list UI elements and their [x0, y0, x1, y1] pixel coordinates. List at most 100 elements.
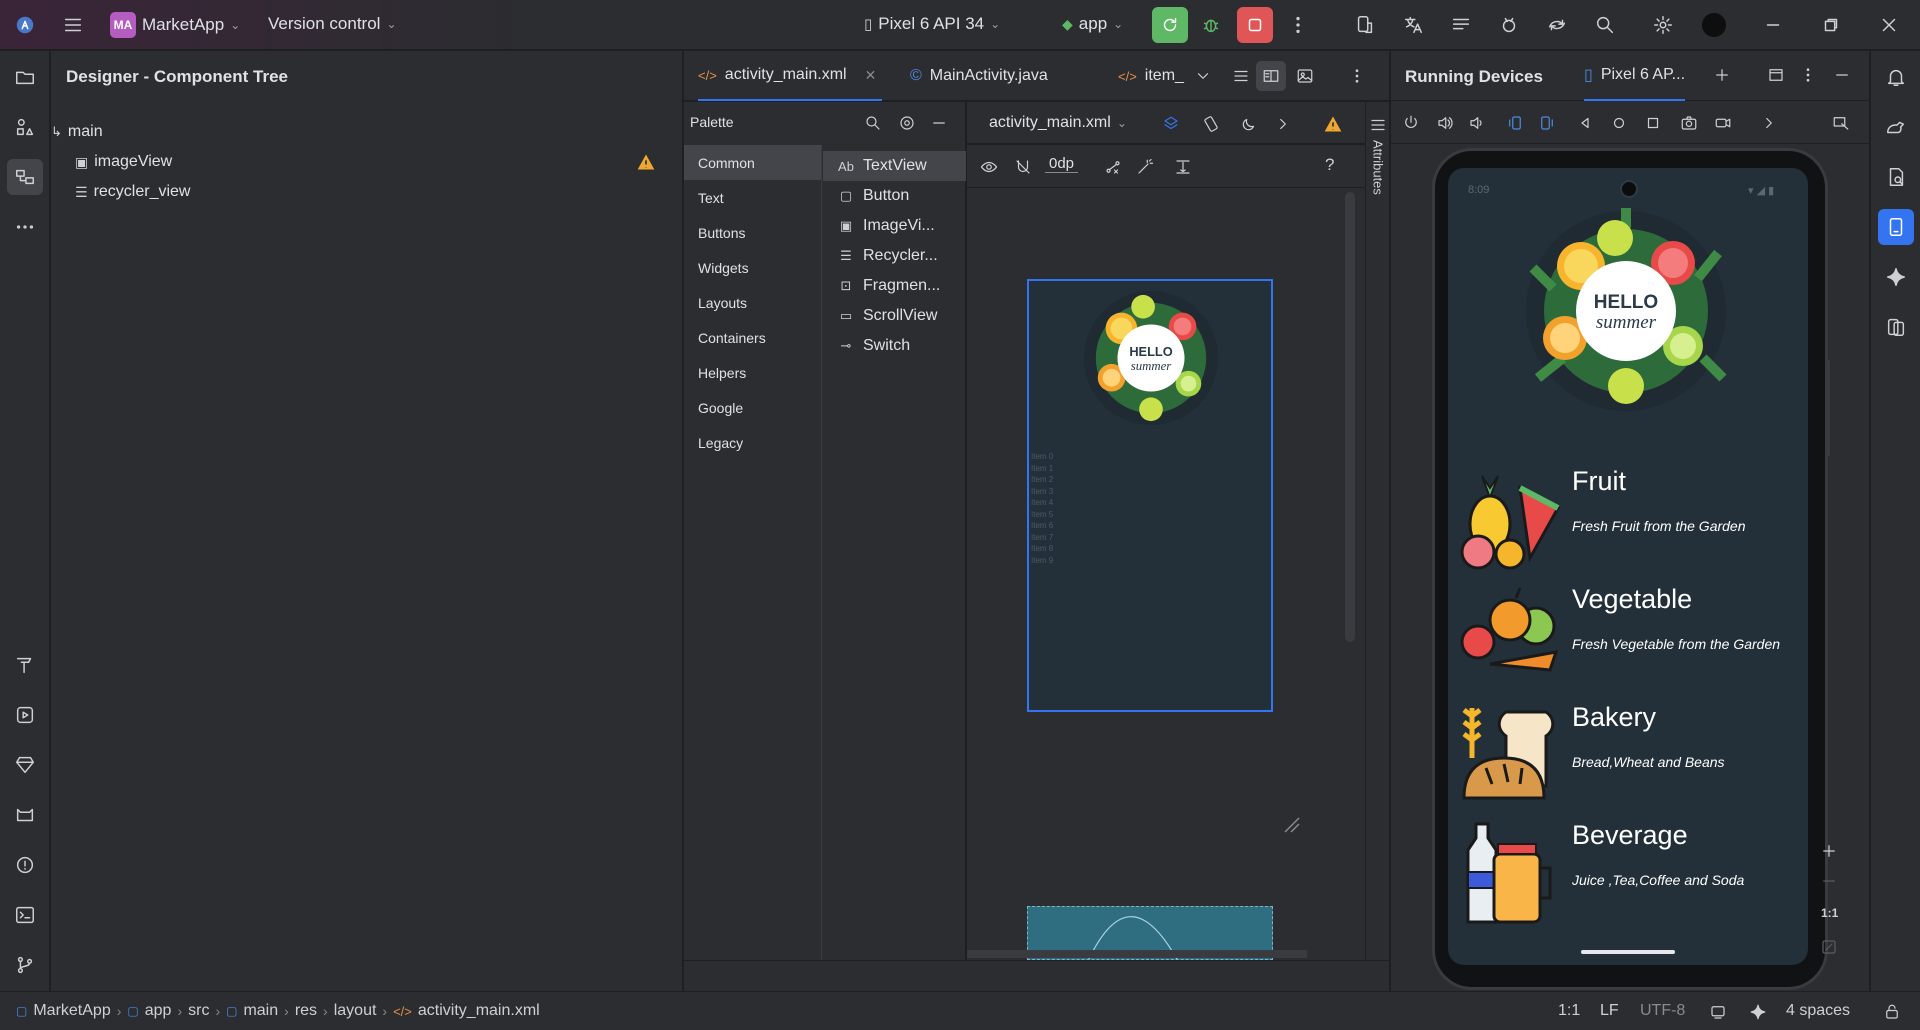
palette-category-common[interactable]: Common — [684, 145, 821, 180]
palette-item-scrollview[interactable]: ▭ ScrollView — [823, 301, 966, 331]
palette-category-widgets[interactable]: Widgets — [684, 250, 821, 285]
close-tab-icon[interactable]: ✕ — [865, 67, 877, 84]
orientation-icon[interactable] — [1201, 114, 1221, 134]
overview-icon[interactable] — [1644, 114, 1662, 132]
attributes-side-tab[interactable]: Attributes — [1365, 102, 1389, 960]
running-devices-icon[interactable] — [1878, 209, 1914, 245]
tree-node-imageview[interactable]: ▣ imageView — [75, 147, 675, 177]
design-view-icon[interactable] — [1296, 67, 1314, 85]
palette-category-helpers[interactable]: Helpers — [684, 355, 821, 390]
run-config-selector[interactable]: ◆ app ⌄ — [1062, 14, 1123, 34]
app-quality-gem-icon[interactable] — [7, 747, 43, 783]
minimize-icon[interactable] — [1832, 65, 1852, 85]
rotate-left-icon[interactable] — [1506, 114, 1524, 132]
gradle-icon[interactable] — [1878, 109, 1914, 145]
palette-item-textview[interactable]: Ab TextView — [823, 151, 966, 181]
restore-window-icon[interactable] — [1818, 12, 1844, 38]
horizontal-scrollbar[interactable] — [967, 950, 1307, 958]
device-screen[interactable]: 8:09 ▾ ◢ ▮ HELLO summer Fruit Fresh Frui… — [1448, 168, 1808, 965]
resize-handle-icon[interactable] — [1283, 816, 1301, 834]
split-view-icon[interactable] — [1256, 61, 1286, 91]
list-item-fruit[interactable]: Fruit Fresh Fruit from the Garden — [1448, 466, 1808, 580]
close-window-icon[interactable] — [1876, 12, 1902, 38]
search-icon[interactable] — [864, 114, 882, 132]
breadcrumb-item[interactable]: res — [295, 1002, 317, 1020]
device-manager-icon[interactable] — [1352, 12, 1378, 38]
list-item-bakery[interactable]: Bakery Bread,Wheat and Beans — [1448, 702, 1808, 816]
rerun-button[interactable] — [1152, 7, 1188, 43]
settings-gear-icon[interactable] — [1650, 12, 1676, 38]
design-canvas[interactable]: HELLO summer Item 0 Item 1 Item 2 Item 3… — [967, 188, 1365, 960]
rotate-right-icon[interactable] — [1538, 114, 1556, 132]
zoom-in-icon[interactable] — [1818, 840, 1840, 862]
device-tab-pixel6[interactable]: ▯ Pixel 6 AP... — [1584, 51, 1686, 101]
infer-constraints-wand-icon[interactable] — [1135, 157, 1155, 177]
breadcrumb-item[interactable]: layout — [334, 1002, 377, 1020]
breadcrumb-item[interactable]: MarketApp — [33, 1002, 110, 1020]
eye-icon[interactable] — [979, 157, 999, 177]
palette-category-containers[interactable]: Containers — [684, 320, 821, 355]
component-tree-icon[interactable] — [7, 159, 43, 195]
breadcrumb-item[interactable]: src — [188, 1002, 209, 1020]
logcat-icon[interactable] — [1448, 12, 1474, 38]
stop-button[interactable] — [1237, 7, 1273, 43]
lock-icon[interactable] — [1882, 1002, 1902, 1022]
list-item-vegetable[interactable]: Vegetable Fresh Vegetable from the Garde… — [1448, 584, 1808, 698]
device-selector[interactable]: ▯ Pixel 6 API 34 ⌄ — [864, 14, 1000, 34]
sync-icon[interactable] — [1544, 12, 1570, 38]
guidelines-icon[interactable] — [1173, 157, 1193, 177]
project-selector[interactable]: MA MarketApp ⌄ — [110, 12, 240, 38]
logcat-cat-icon[interactable] — [7, 797, 43, 833]
zoom-out-icon[interactable] — [1818, 870, 1840, 892]
search-icon[interactable] — [1592, 12, 1618, 38]
warning-icon[interactable] — [1323, 114, 1343, 134]
zoom-fit-icon[interactable] — [1818, 936, 1840, 958]
add-device-icon[interactable] — [1712, 65, 1732, 85]
palette-item-switch[interactable]: ⊸ Switch — [823, 331, 966, 361]
palette-category-buttons[interactable]: Buttons — [684, 215, 821, 250]
palette-item-button[interactable]: ▢ Button — [823, 181, 966, 211]
design-surface-icon[interactable] — [1161, 114, 1181, 134]
palette-category-text[interactable]: Text — [684, 180, 821, 215]
breadcrumb-item[interactable]: activity_main.xml — [418, 1002, 540, 1020]
device-file-explorer-icon[interactable] — [1878, 159, 1914, 195]
volume-up-icon[interactable] — [1436, 114, 1454, 132]
more-vert-icon[interactable] — [1348, 67, 1366, 85]
readonly-toggle-icon[interactable] — [1708, 1002, 1728, 1022]
palette-category-layouts[interactable]: Layouts — [684, 285, 821, 320]
vertical-scrollbar[interactable] — [1345, 192, 1355, 642]
list-item-beverage[interactable]: Beverage Juice ,Tea,Coffee and Soda — [1448, 820, 1808, 934]
palette-item-imageview[interactable]: ▣ ImageVi... — [823, 211, 966, 241]
code-view-icon[interactable] — [1232, 67, 1250, 85]
default-margin-input[interactable]: 0dp — [1045, 155, 1079, 173]
summer-banner-image[interactable]: HELLO summer — [1082, 289, 1220, 427]
night-mode-icon[interactable] — [1239, 114, 1259, 134]
user-avatar[interactable] — [1702, 13, 1726, 37]
zoom-actual-size[interactable]: 1:1 — [1821, 906, 1838, 920]
tab-mainactivity[interactable]: © MainActivity.java — [910, 51, 1048, 101]
chevron-right-icon[interactable] — [1760, 114, 1778, 132]
gesture-nav-bar[interactable] — [1581, 950, 1675, 954]
vcs-menu[interactable]: Version control ⌄ — [268, 14, 397, 34]
minimize-window-icon[interactable] — [1760, 12, 1786, 38]
build-hammer-icon[interactable] — [7, 647, 43, 683]
palette-category-legacy[interactable]: Legacy — [684, 425, 821, 460]
back-icon[interactable] — [1576, 114, 1594, 132]
screen-record-icon[interactable] — [1714, 114, 1732, 132]
help-icon[interactable]: ? — [1325, 155, 1334, 175]
line-separator[interactable]: LF — [1600, 1002, 1619, 1020]
gemini-sparkle-icon[interactable] — [1878, 259, 1914, 295]
layout-file-selector[interactable]: activity_main.xml ⌄ — [989, 114, 1127, 132]
magnet-off-icon[interactable] — [1013, 157, 1033, 177]
clear-constraints-icon[interactable] — [1103, 157, 1123, 177]
problems-icon[interactable] — [7, 847, 43, 883]
tree-node-main[interactable]: ↳ main — [51, 117, 681, 147]
breadcrumb-item[interactable]: main — [243, 1002, 278, 1020]
file-encoding[interactable]: UTF-8 — [1640, 1002, 1685, 1020]
palette-item-fragment[interactable]: ⊡ Fragmen... — [823, 271, 966, 301]
breadcrumb-item[interactable]: app — [145, 1002, 172, 1020]
run-icon[interactable] — [7, 697, 43, 733]
more-tools-icon[interactable] — [7, 209, 43, 245]
more-vert-icon[interactable] — [1285, 12, 1311, 38]
terminal-icon[interactable] — [7, 897, 43, 933]
